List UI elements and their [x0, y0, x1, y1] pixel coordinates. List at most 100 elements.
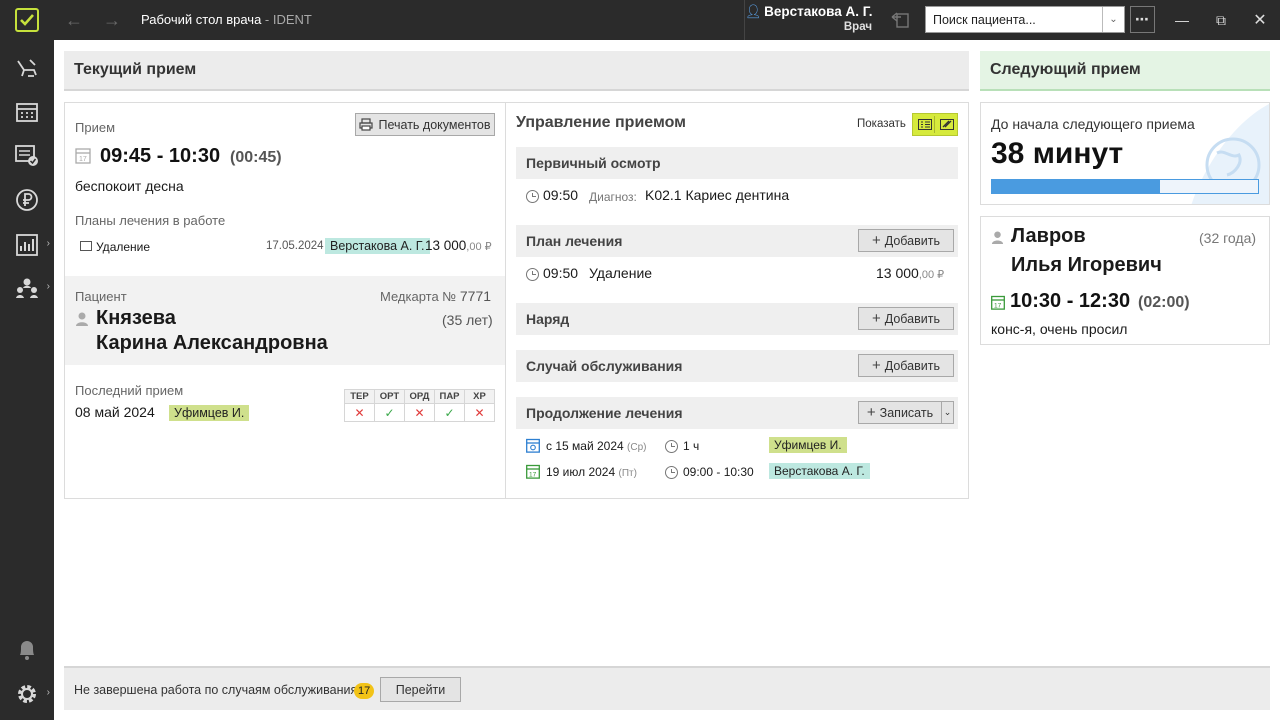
countdown-value: 38 минут [991, 137, 1124, 170]
countdown-progress-fill [992, 180, 1160, 193]
list-view-icon[interactable] [915, 116, 935, 133]
back-arrow-icon[interactable]: ← [62, 8, 86, 32]
hygiene-header: ОРД [404, 389, 435, 404]
user-name: Верстакова А. Г. [764, 4, 873, 19]
patient-search-input[interactable] [926, 7, 1102, 32]
cross-icon: ✕ [404, 403, 435, 422]
diagnosis-label: Диагноз: [589, 190, 637, 204]
countdown-label: До начала следующего приема [991, 116, 1195, 132]
restore-icon[interactable]: ⧉ [1209, 8, 1233, 32]
svg-text:17: 17 [79, 156, 87, 163]
plan-checkbox[interactable] [80, 241, 92, 251]
add-service-case-button[interactable]: + Добавить [858, 354, 954, 377]
complaint: беспокоит десна [75, 178, 184, 194]
primary-exam-section[interactable]: Первичный осмотр [516, 147, 958, 179]
diagnosis-value[interactable]: K02.1 Кариес дентина [645, 187, 789, 203]
next-patient-first-name[interactable]: Илья Игоревич [1011, 254, 1162, 277]
sidebar-item-schedule[interactable] [0, 94, 54, 130]
sidebar-item-reports[interactable]: › [0, 227, 54, 263]
svg-text:17: 17 [529, 472, 537, 479]
plan-name[interactable]: Удаление [96, 240, 150, 254]
last-visit-doctor-tag: Уфимцев И. [169, 405, 250, 421]
check-icon: ✓ [434, 403, 465, 422]
sidebar-item-tasks[interactable] [0, 137, 54, 173]
checkmark-logo-icon [15, 8, 39, 32]
calendar-schedule-icon [16, 103, 38, 122]
sidebar: › › › [0, 40, 54, 720]
add-order-button[interactable]: + Добавить [858, 307, 954, 330]
more-options-button[interactable]: ⋯ [1130, 6, 1155, 33]
patient-label: Пациент [75, 289, 127, 304]
record-dropdown-button[interactable]: ⌄ [941, 401, 954, 424]
patient-search[interactable]: ⌄ [925, 6, 1125, 33]
chevron-down-icon[interactable]: ⌄ [1102, 7, 1124, 32]
treatment-plan-title: План лечения [526, 233, 623, 249]
calendar-icon: 17 [75, 147, 91, 167]
followup-time: 09:00 - 10:30 [683, 465, 754, 479]
cross-icon: ✕ [464, 403, 495, 422]
next-patient-card[interactable]: Лавров Илья Игоревич (32 года) 17 10:30 … [980, 216, 1270, 345]
appointment-time: 09:45 - 10:30 [100, 145, 221, 167]
close-icon[interactable]: ✕ [1248, 8, 1272, 32]
calendar-green-icon: 17 [991, 295, 1005, 313]
followup-doctor-tag: Верстакова А. Г. [769, 463, 870, 479]
plus-icon: + [871, 310, 881, 327]
hygiene-header: ПАР [434, 389, 465, 404]
plus-icon: + [871, 232, 881, 249]
sidebar-item-notifications[interactable] [0, 632, 54, 668]
minimize-icon[interactable]: — [1170, 8, 1194, 32]
record-button[interactable]: + Записать [858, 401, 942, 424]
print-documents-button[interactable]: Печать документов [355, 113, 495, 136]
clock-icon [665, 438, 678, 454]
plan-date: 17.05.2024 [266, 240, 324, 252]
plus-icon: + [866, 404, 876, 421]
continue-treatment-title: Продолжение лечения [526, 405, 683, 421]
add-label: Добавить [884, 311, 940, 326]
plan-item[interactable]: Удаление [589, 265, 652, 281]
next-appointment-header: Следующий прием [980, 51, 1270, 91]
next-patient-last-name[interactable]: Лавров [1011, 225, 1086, 248]
add-label: Добавить [884, 233, 940, 248]
svg-text:17: 17 [994, 303, 1002, 310]
management-title: Управление приемом [516, 114, 686, 131]
calendar-repeat-icon [526, 438, 540, 456]
medcard[interactable]: Медкарта № 7771 [380, 288, 491, 304]
go-button[interactable]: Перейти [380, 677, 461, 702]
sidebar-item-doctor-desk[interactable] [0, 51, 54, 87]
column-divider [505, 102, 506, 499]
show-label: Показать [857, 118, 906, 130]
app-logo[interactable] [0, 0, 54, 40]
sidebar-item-finance[interactable] [0, 182, 54, 218]
print-documents-label: Печать документов [378, 117, 491, 132]
view-toggle [912, 113, 958, 136]
footer-bar: Не завершена работа по случаям обслужива… [64, 666, 1270, 710]
chevron-right-icon: › [46, 281, 50, 292]
patient-last-name[interactable]: Князева [96, 307, 176, 330]
next-note: конс-я, очень просил [991, 321, 1128, 337]
followup-date: с 15 май 2024 (Ср) [546, 439, 647, 453]
patient-first-name[interactable]: Карина Александровна [96, 332, 328, 355]
ruble-icon [16, 189, 38, 211]
printer-icon [359, 118, 374, 131]
patient-age: (35 лет) [442, 312, 493, 328]
current-user[interactable]: 👤︎ Верстакова А. Г. Врач [744, 0, 880, 40]
chevron-right-icon: › [46, 238, 50, 249]
sidebar-item-staff[interactable]: › [0, 270, 54, 306]
plan-time: 09:50 [543, 265, 579, 281]
countdown-box: До начала следующего приема 38 минут [980, 102, 1270, 205]
forward-arrow-icon[interactable]: → [100, 8, 124, 32]
followup-time: 1 ч [683, 439, 700, 453]
next-time-range: 10:30 - 12:30 [1010, 290, 1131, 312]
appointment-label: Прием [75, 120, 116, 135]
last-visit-date: 08 май 2024 [75, 404, 155, 420]
order-title: Наряд [526, 311, 570, 327]
plan-item-amount: 13 000,00 ₽ [876, 265, 945, 281]
edit-view-icon[interactable] [937, 116, 957, 133]
chart-icon [16, 234, 38, 256]
user-role: Врач [843, 21, 872, 33]
add-treatment-plan-button[interactable]: + Добавить [858, 229, 954, 252]
sidebar-item-settings[interactable]: › [0, 676, 54, 712]
gear-icon [18, 685, 36, 703]
history-icon[interactable] [889, 9, 911, 31]
window-title: Рабочий стол врача - IDENT [141, 12, 312, 27]
